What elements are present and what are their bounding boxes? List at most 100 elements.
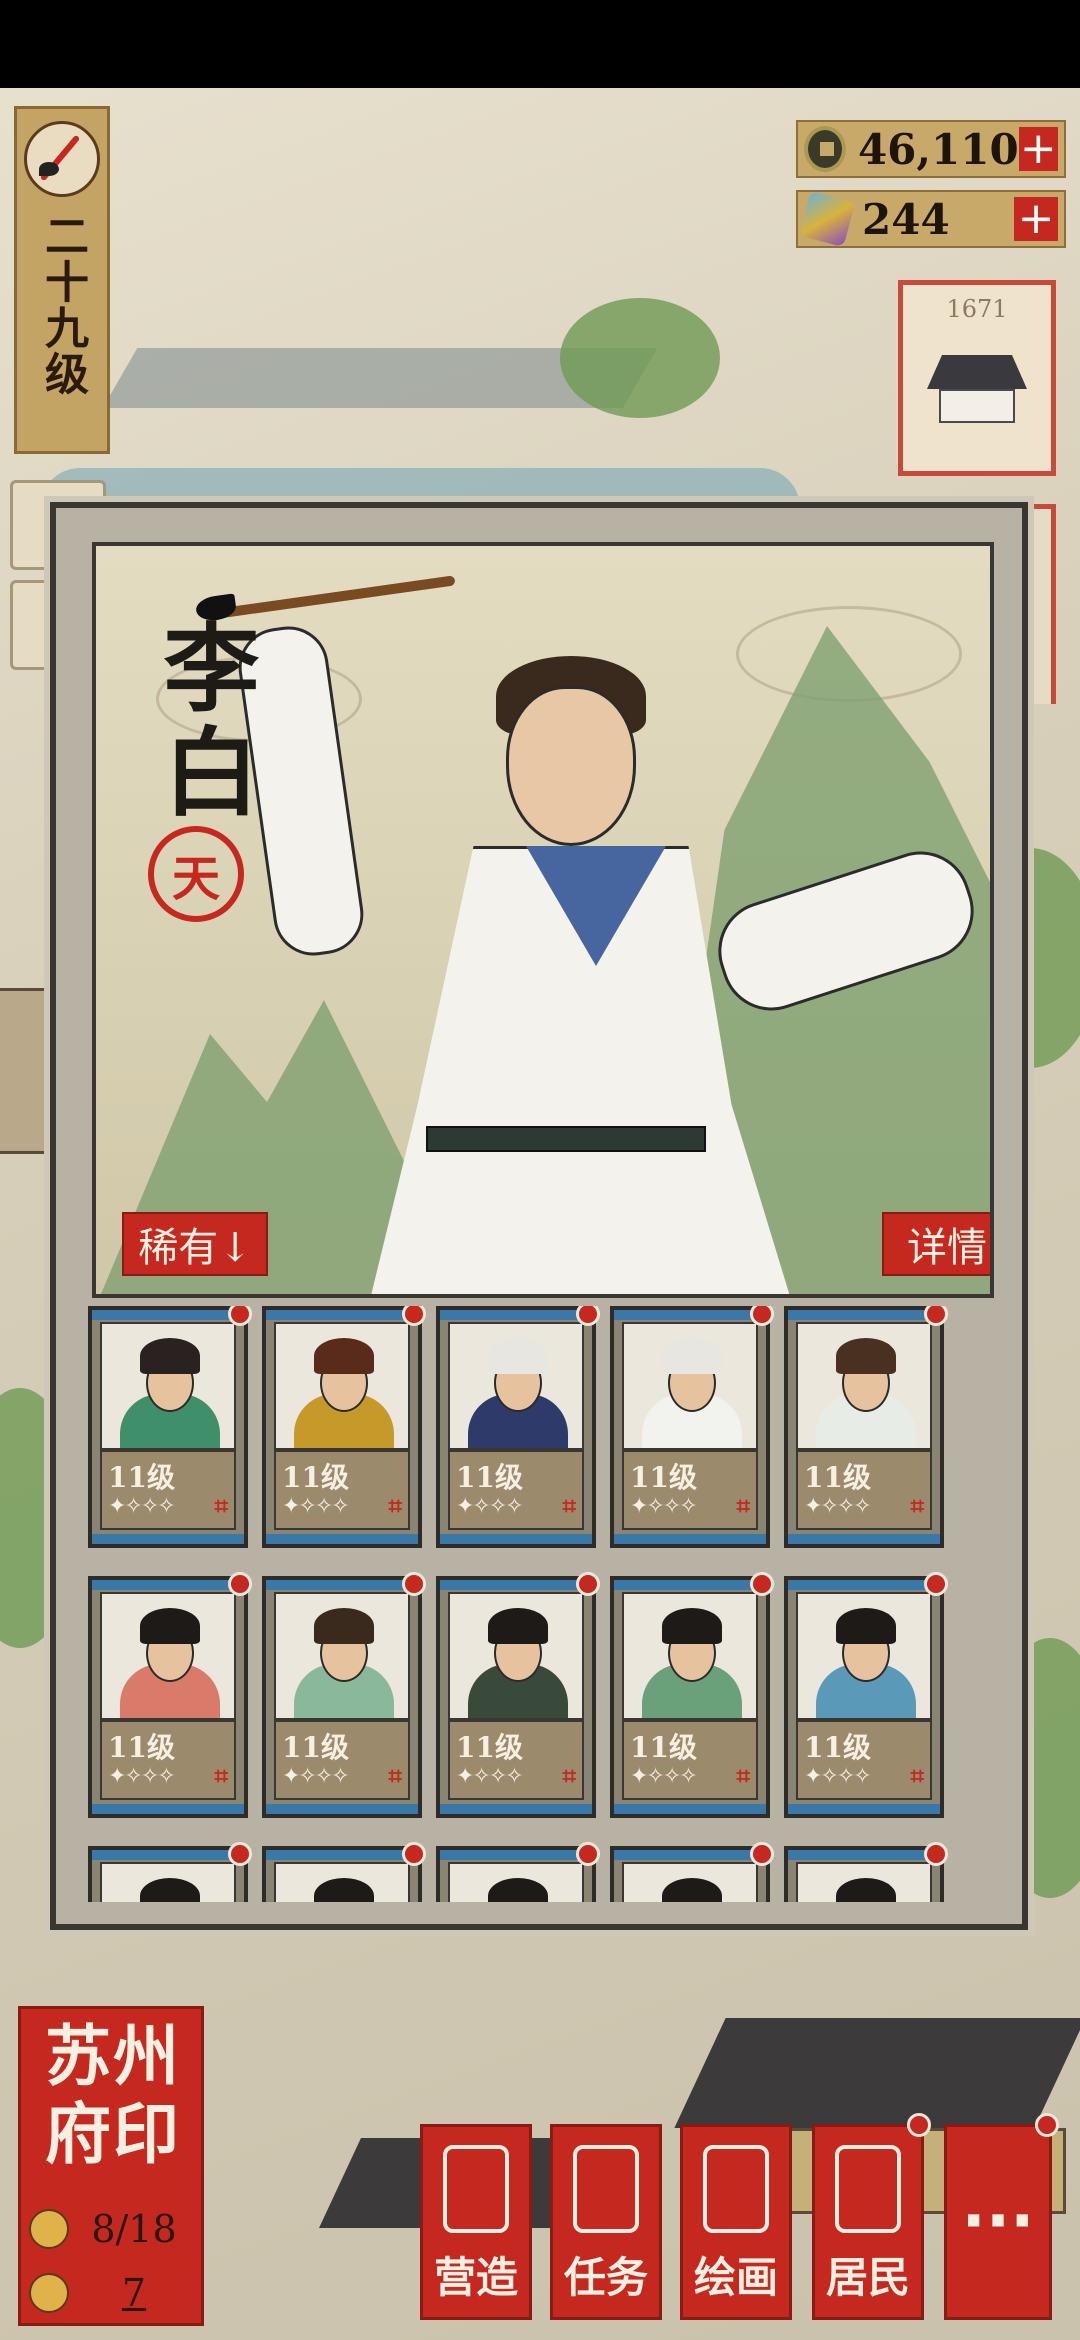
population-row: 8/18 (29, 2205, 199, 2253)
portrait-hair (314, 1338, 374, 1374)
card-border (788, 1534, 940, 1544)
residents-button[interactable]: 居民 (812, 2113, 931, 2320)
task-button[interactable]: 任务 (550, 2124, 662, 2320)
resident-card[interactable]: 11级 ✦✧✧✧ ⌗ (610, 1306, 774, 1548)
skill-icon: ⌗ (736, 1492, 750, 1520)
city-seal-panel[interactable]: 苏州府印 8/18 7 (18, 2006, 204, 2326)
resident-portrait (622, 1322, 758, 1450)
card-info: 11级 ✦✧✧✧ ⌗ (100, 1720, 236, 1800)
resident-card[interactable]: 11级 ✦✧✧✧ ⌗ (610, 1572, 774, 1818)
resident-card[interactable]: 11级 ✦✧✧✧ ⌗ (88, 1572, 252, 1818)
card-level: 11级 (282, 1461, 349, 1494)
card-border (788, 1310, 940, 1320)
hero-portrait: 李白 天 稀有↓ 详情 (92, 542, 994, 1298)
portrait-hair (314, 1608, 374, 1644)
building-icon (443, 2145, 509, 2233)
resident-portrait (796, 1592, 932, 1720)
card-border (266, 1580, 418, 1590)
resident-card[interactable]: 11级 ✦✧✧✧ ⌗ (262, 1572, 426, 1818)
card-info: 11级 ✦✧✧✧ ⌗ (796, 1720, 932, 1800)
city-seal-title: 苏州府印 (45, 2017, 181, 2173)
resident-portrait (274, 1862, 410, 1902)
card-border (788, 1804, 940, 1814)
card-border (92, 1534, 244, 1544)
resident-card[interactable] (436, 1842, 600, 1902)
skill-icon: ⌗ (562, 1492, 576, 1520)
population-icon (29, 2209, 69, 2249)
brush-prop (216, 575, 456, 619)
gem-counter: 244 + (796, 190, 1066, 248)
resident-card[interactable] (88, 1842, 252, 1902)
star-rating-icon: ✦✧✧✧ (108, 1764, 176, 1789)
card-border (788, 1580, 940, 1590)
resident-card[interactable]: 11级 ✦✧✧✧ ⌗ (784, 1306, 948, 1548)
card-level: 11级 (804, 1731, 871, 1764)
coin-icon (804, 126, 846, 172)
resident-portrait (448, 1322, 584, 1450)
resident-portrait (100, 1592, 236, 1720)
person-icon (29, 2273, 69, 2313)
count-value: 7 (121, 2271, 147, 2315)
card-border (614, 1804, 766, 1814)
skill-icon: ⌗ (910, 1762, 924, 1790)
notification-dot (576, 1842, 600, 1866)
add-coins-button[interactable]: + (1018, 127, 1058, 171)
status-bar (0, 0, 1080, 88)
scroll-icon (703, 2145, 769, 2233)
resident-card[interactable] (262, 1842, 426, 1902)
add-gems-button[interactable]: + (1014, 197, 1058, 241)
notification-dot (750, 1572, 774, 1596)
build-label: 营造 (433, 2253, 518, 2302)
hero-panel: 李白 天 稀有↓ 详情 11级 ✦✧✧✧ ⌗ 11级 ✦✧✧✧ ⌗ 11级 ✦✧… (50, 502, 1028, 1930)
paint-button[interactable]: 绘画 (680, 2124, 792, 2320)
card-border (92, 1804, 244, 1814)
card-border (266, 1310, 418, 1320)
card-info: 11级 ✦✧✧✧ ⌗ (448, 1450, 584, 1530)
card-level: 11级 (804, 1461, 871, 1494)
card-border (440, 1580, 592, 1590)
notification-dot (924, 1842, 948, 1866)
card-border (614, 1580, 766, 1590)
card-info: 11级 ✦✧✧✧ ⌗ (796, 1450, 932, 1530)
rarity-seal: 天 (148, 826, 244, 922)
notification-dot (228, 1572, 252, 1596)
resident-card[interactable]: 11级 ✦✧✧✧ ⌗ (784, 1572, 948, 1818)
resident-card[interactable]: 11级 ✦✧✧✧ ⌗ (436, 1572, 600, 1818)
portrait-hair (662, 1338, 722, 1374)
rarity-sort-button[interactable]: 稀有↓ (122, 1212, 268, 1276)
card-border (614, 1850, 766, 1860)
card-border (266, 1534, 418, 1544)
building-card[interactable]: 1671 (898, 280, 1056, 476)
player-level-tag[interactable]: 二十九级 (14, 106, 110, 454)
resident-card[interactable] (610, 1842, 774, 1902)
resident-card[interactable]: 11级 ✦✧✧✧ ⌗ (436, 1306, 600, 1548)
resident-portrait (448, 1862, 584, 1902)
build-button[interactable]: 营造 (420, 2124, 532, 2320)
card-level: 11级 (456, 1461, 523, 1494)
skill-icon: ⌗ (388, 1762, 402, 1790)
map-roof (674, 2018, 1080, 2128)
resident-card[interactable]: 11级 ✦✧✧✧ ⌗ (88, 1306, 252, 1548)
paint-label: 绘画 (693, 2253, 778, 2302)
card-level: 11级 (630, 1461, 697, 1494)
notification-dot (1035, 2113, 1059, 2137)
resident-card[interactable] (784, 1842, 948, 1902)
card-border (788, 1850, 940, 1860)
notification-dot (402, 1572, 426, 1596)
skill-icon: ⌗ (214, 1762, 228, 1790)
resident-portrait (796, 1322, 932, 1450)
building-icon (927, 355, 1027, 425)
details-button[interactable]: 详情 (882, 1212, 990, 1276)
portrait-hair (140, 1338, 200, 1374)
notification-dot (576, 1306, 600, 1326)
card-level: 11级 (630, 1731, 697, 1764)
card-level: 11级 (456, 1731, 523, 1764)
card-info: 11级 ✦✧✧✧ ⌗ (274, 1450, 410, 1530)
star-rating-icon: ✦✧✧✧ (108, 1494, 176, 1519)
resident-card[interactable]: 11级 ✦✧✧✧ ⌗ (262, 1306, 426, 1548)
star-rating-icon: ✦✧✧✧ (630, 1764, 698, 1789)
resident-portrait (100, 1862, 236, 1902)
more-button[interactable]: ··· (944, 2113, 1059, 2320)
resident-card-grid[interactable]: 11级 ✦✧✧✧ ⌗ 11级 ✦✧✧✧ ⌗ 11级 ✦✧✧✧ ⌗ 11级 ✦✧✧… (80, 1306, 1010, 1902)
residents-label: 居民 (825, 2253, 910, 2302)
